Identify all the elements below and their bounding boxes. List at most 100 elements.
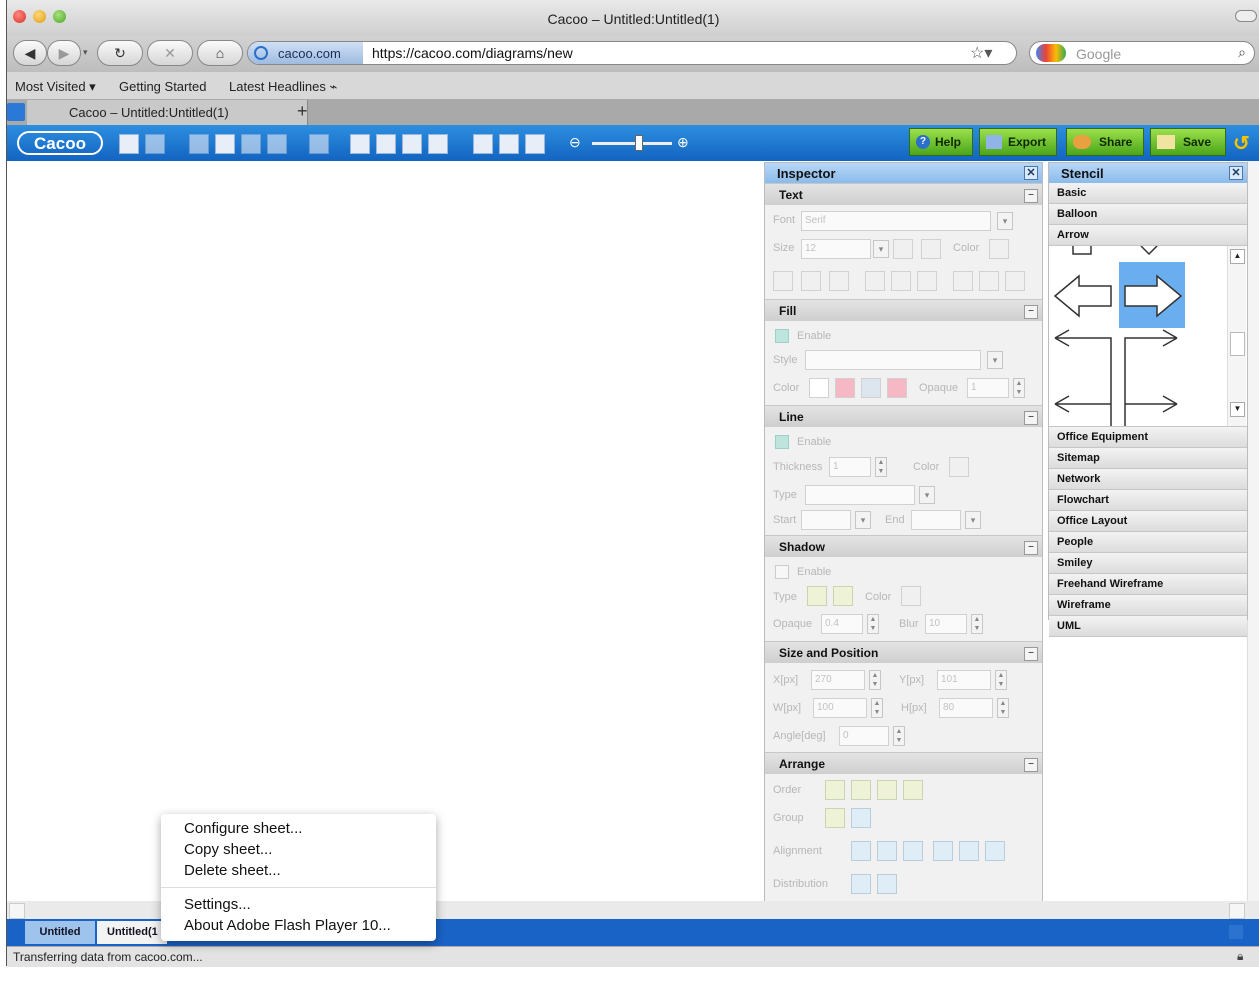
- w-stepper[interactable]: ▲ ▼: [871, 698, 883, 718]
- image-tool-icon[interactable]: [428, 134, 448, 154]
- zoom-in-icon[interactable]: ⊕: [677, 134, 689, 151]
- menu-item-settings[interactable]: Settings...: [184, 896, 251, 913]
- group-icon[interactable]: [825, 808, 845, 828]
- fill-opaque-stepper[interactable]: ▲ ▼: [1013, 378, 1025, 398]
- line-thickness-field[interactable]: 1: [829, 457, 871, 477]
- line-type-dropdown-icon[interactable]: ▾: [919, 486, 935, 504]
- h-stepper[interactable]: ▲ ▼: [997, 698, 1009, 718]
- bookmark-star-icon[interactable]: ☆▾: [970, 43, 992, 63]
- stencil-close-icon[interactable]: ✕: [1229, 166, 1243, 180]
- zoom-slider-handle[interactable]: [635, 135, 643, 151]
- stencil-scroll-down-icon[interactable]: ▼: [1230, 402, 1245, 417]
- underline-icon[interactable]: [829, 271, 849, 291]
- section-arrange[interactable]: Arrange –: [765, 752, 1042, 774]
- w-field[interactable]: 100: [813, 698, 867, 718]
- menu-item-about-flash[interactable]: About Adobe Flash Player 10...: [184, 917, 391, 934]
- line-tool-icon[interactable]: [376, 134, 396, 154]
- valign-bottom-icon[interactable]: [1005, 271, 1025, 291]
- stencil-category-people[interactable]: People: [1049, 532, 1247, 553]
- align-middle-shape-icon[interactable]: [959, 841, 979, 861]
- scroll-left-icon[interactable]: [9, 903, 25, 919]
- line-end-select[interactable]: [911, 510, 961, 530]
- inspector-close-icon[interactable]: ✕: [1024, 166, 1038, 180]
- toolbar-toggle-button[interactable]: [1235, 10, 1257, 22]
- canvas-vertical-scrollbar[interactable]: [1247, 161, 1259, 901]
- distribute-horizontal-icon[interactable]: [851, 874, 871, 894]
- order-front-icon[interactable]: [825, 780, 845, 800]
- scroll-right-icon[interactable]: [1229, 903, 1245, 919]
- align-left-shape-icon[interactable]: [851, 841, 871, 861]
- order-back-icon[interactable]: [903, 780, 923, 800]
- stencil-category-network[interactable]: Network: [1049, 469, 1247, 490]
- shadow-blur-stepper[interactable]: ▲ ▼: [971, 614, 983, 634]
- section-size-position[interactable]: Size and Position –: [765, 641, 1042, 663]
- font-dropdown-icon[interactable]: ▾: [997, 212, 1013, 230]
- shadow-opaque-field[interactable]: 0.4: [821, 614, 863, 634]
- note-icon[interactable]: [309, 134, 329, 154]
- stencil-category-basic[interactable]: Basic: [1049, 183, 1247, 204]
- home-button[interactable]: ⌂: [197, 40, 243, 66]
- refresh-icon[interactable]: ↺: [1233, 131, 1250, 156]
- size-field[interactable]: 12: [801, 239, 871, 259]
- italic-icon[interactable]: [801, 271, 821, 291]
- text-tool-icon[interactable]: [350, 134, 370, 154]
- line-start-select[interactable]: [801, 510, 851, 530]
- size-dropdown-icon[interactable]: ▾: [873, 240, 889, 258]
- distribute-vertical-icon[interactable]: [877, 874, 897, 894]
- stencil-category-uml[interactable]: UML: [1049, 616, 1247, 637]
- bookmark-latest-headlines[interactable]: Latest Headlines ⌁: [229, 79, 337, 95]
- y-field[interactable]: 101: [937, 670, 991, 690]
- line-color-swatch[interactable]: [949, 457, 969, 477]
- valign-middle-icon[interactable]: [979, 271, 999, 291]
- sheet-tab-scroll-icon[interactable]: [1229, 925, 1243, 939]
- menu-item-configure-sheet[interactable]: Configure sheet...: [184, 820, 302, 837]
- stencil-category-freehand-wireframe[interactable]: Freehand Wireframe: [1049, 574, 1247, 595]
- stencil-scroll-up-icon[interactable]: ▲: [1230, 249, 1245, 264]
- align-center-icon[interactable]: [891, 271, 911, 291]
- line-end-dropdown-icon[interactable]: ▾: [965, 511, 981, 529]
- fill-color-none-swatch[interactable]: [809, 378, 829, 398]
- export-button[interactable]: Export: [979, 128, 1057, 156]
- font-shrink-icon[interactable]: [921, 239, 941, 259]
- cut-icon[interactable]: [189, 134, 209, 154]
- site-identity-button[interactable]: cacoo.com: [248, 42, 363, 64]
- zoom-slider[interactable]: [592, 142, 672, 145]
- stencil-category-balloon[interactable]: Balloon: [1049, 204, 1247, 225]
- section-line-collapse-icon[interactable]: –: [1024, 411, 1038, 425]
- stencil-category-sitemap[interactable]: Sitemap: [1049, 448, 1247, 469]
- angle-stepper[interactable]: ▲ ▼: [893, 726, 905, 746]
- line-start-dropdown-icon[interactable]: ▾: [855, 511, 871, 529]
- menu-item-copy-sheet[interactable]: Copy sheet...: [184, 841, 272, 858]
- new-tab-button[interactable]: +: [297, 101, 308, 122]
- order-backward-icon[interactable]: [877, 780, 897, 800]
- fill-color-2-swatch[interactable]: [887, 378, 907, 398]
- font-grow-icon[interactable]: [893, 239, 913, 259]
- delete-icon[interactable]: [267, 134, 287, 154]
- stencil-scrollbar[interactable]: ▲ ▼: [1227, 246, 1246, 426]
- zoom-out-icon[interactable]: ⊖: [569, 134, 581, 151]
- ungroup-icon[interactable]: [851, 808, 871, 828]
- section-shadow[interactable]: Shadow –: [765, 535, 1042, 557]
- fill-style-dropdown-icon[interactable]: ▾: [987, 351, 1003, 369]
- section-shadow-collapse-icon[interactable]: –: [1024, 541, 1038, 555]
- stencil-category-smiley[interactable]: Smiley: [1049, 553, 1247, 574]
- y-stepper[interactable]: ▲ ▼: [995, 670, 1007, 690]
- search-engine-icon[interactable]: [1036, 44, 1066, 62]
- line-type-select[interactable]: [805, 485, 915, 505]
- layers-icon[interactable]: [499, 134, 519, 154]
- bookmark-most-visited[interactable]: Most Visited ▾: [15, 79, 96, 95]
- x-field[interactable]: 270: [811, 670, 865, 690]
- line-enable-checkbox[interactable]: [775, 435, 789, 449]
- shadow-enable-checkbox[interactable]: [775, 565, 789, 579]
- align-top-shape-icon[interactable]: [933, 841, 953, 861]
- line-thickness-stepper[interactable]: ▲ ▼: [875, 457, 887, 477]
- section-fill[interactable]: Fill –: [765, 299, 1042, 321]
- shadow-type-1-icon[interactable]: [807, 586, 827, 606]
- redo-icon[interactable]: [145, 134, 165, 154]
- bold-icon[interactable]: [773, 271, 793, 291]
- fill-opaque-field[interactable]: 1: [967, 378, 1009, 398]
- order-forward-icon[interactable]: [851, 780, 871, 800]
- save-button[interactable]: Save: [1150, 128, 1226, 156]
- stencil-category-flowchart[interactable]: Flowchart: [1049, 490, 1247, 511]
- tab-cacoo[interactable]: Cacoo – Untitled:Untitled(1): [27, 100, 308, 125]
